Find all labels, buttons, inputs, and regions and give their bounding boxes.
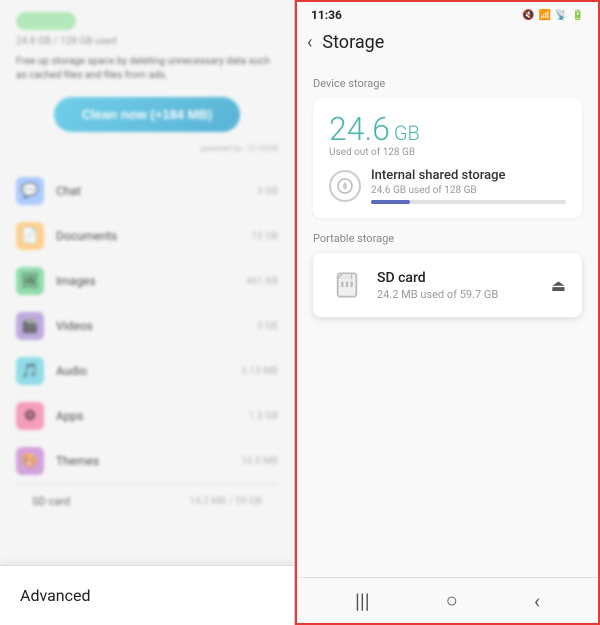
signal-icon: 📡 [555,10,567,21]
sd-card-detail: 24.2 MB used of 59.7 GB [377,288,539,301]
videos-label: Videos [56,319,257,333]
audio-icon: 🎵 [16,357,44,385]
storage-info-text: 24.8 GB / 128 GB used [16,36,278,47]
images-size: 461 KB [246,276,278,287]
sd-card-row[interactable]: SD card 14.2 MB / 59 GB [16,484,278,518]
list-item[interactable]: 📄 Documents 12 GB [16,214,278,259]
storage-bar [16,12,76,30]
sd-card-info: SD card 24.2 MB used of 59.7 GB [377,270,539,301]
advanced-bar[interactable]: Advanced [0,565,294,625]
list-item[interactable]: 🖼 Images 461 KB [16,259,278,304]
documents-icon: 📄 [16,222,44,250]
documents-label: Documents [56,229,251,243]
device-storage-section-label: Device storage [313,77,582,90]
chat-size: 3 GB [257,186,278,197]
sd-card-icon-wrap [329,267,365,303]
chat-label: Chat [56,184,257,198]
internal-storage-icon [329,170,361,202]
list-item[interactable]: ⚙ Apps 1.3 GB [16,394,278,439]
sd-card-box[interactable]: SD card 24.2 MB used of 59.7 GB ⏏ [313,253,582,317]
device-storage-size-row: 24.6 GB [329,112,566,147]
advanced-label: Advanced [20,586,91,605]
internal-storage-info: Internal shared storage 24.6 GB used of … [371,168,566,204]
apps-label: Apps [56,409,249,423]
status-icons: 🔇 📶 📡 🔋 [522,10,584,21]
mute-icon: 🔇 [522,10,534,21]
videos-size: 3 GB [257,321,278,332]
top-nav: ‹ Storage [297,26,598,63]
internal-storage-name: Internal shared storage [371,168,566,183]
device-storage-size: 24.6 [329,110,390,148]
page-title: Storage [322,32,384,53]
sd-card-icon [333,271,361,299]
storage-content: Device storage 24.6 GB Used out of 128 G… [297,63,598,577]
sd-card-size: 14.2 MB / 59 GB [189,496,262,507]
apps-size: 1.3 GB [249,411,278,422]
themes-size: 10.5 MB [241,456,278,467]
free-up-text: Free up storage space by deleting unnece… [16,55,278,83]
chat-icon: 💬 [16,177,44,205]
storage-bar-wrap [16,12,278,30]
sd-card-name: SD card [377,270,539,286]
list-item[interactable]: 🎵 Audio 3.13 MB [16,349,278,394]
back-button[interactable]: ‹ [307,32,312,53]
videos-icon: 🎬 [16,312,44,340]
wifi-icon: 📶 [539,10,551,21]
themes-label: Themes [56,454,241,468]
internal-storage-row[interactable]: Internal shared storage 24.6 GB used of … [329,168,566,204]
images-label: Images [56,274,246,288]
list-item[interactable]: 💬 Chat 3 GB [16,169,278,214]
status-time: 11:36 [311,8,342,22]
list-item[interactable]: 🎬 Videos 3 GB [16,304,278,349]
progress-bar-wrap [371,200,566,204]
storage-list: 💬 Chat 3 GB 📄 Documents 12 GB 🖼 Images 4… [16,169,278,484]
device-storage-unit: GB [394,121,420,145]
battery-icon: 🔋 [572,10,584,21]
images-icon: 🖼 [16,267,44,295]
sd-card-label: SD card [32,495,189,508]
right-panel: 11:36 🔇 📶 📡 🔋 ‹ Storage Device storage 2… [295,0,600,625]
audio-label: Audio [56,364,241,378]
powered-text: powered by · 21/2020 [16,144,278,153]
device-storage-used: Used out of 128 GB [329,147,566,158]
themes-icon: 🎨 [16,447,44,475]
clean-now-button[interactable]: Clean now (+184 MB) [54,97,240,132]
nav-recent-button[interactable]: ||| [355,589,370,613]
internal-storage-sub: 24.6 GB used of 128 GB [371,185,566,196]
progress-bar-fill [371,200,410,204]
audio-size: 3.13 MB [241,366,278,377]
apps-icon: ⚙ [16,402,44,430]
documents-size: 12 GB [251,231,278,242]
left-panel: 24.8 GB / 128 GB used Free up storage sp… [0,0,295,625]
status-bar: 11:36 🔇 📶 📡 🔋 [297,2,598,26]
device-storage-box: 24.6 GB Used out of 128 GB Internal shar… [313,98,582,218]
blurred-content: 24.8 GB / 128 GB used Free up storage sp… [0,0,294,625]
nav-home-button[interactable]: ○ [446,588,458,613]
eject-button[interactable]: ⏏ [551,276,566,295]
nav-back-button[interactable]: ‹ [534,589,540,613]
portable-storage-label: Portable storage [313,232,582,245]
list-item[interactable]: 🎨 Themes 10.5 MB [16,439,278,484]
bottom-nav: ||| ○ ‹ [297,577,598,623]
